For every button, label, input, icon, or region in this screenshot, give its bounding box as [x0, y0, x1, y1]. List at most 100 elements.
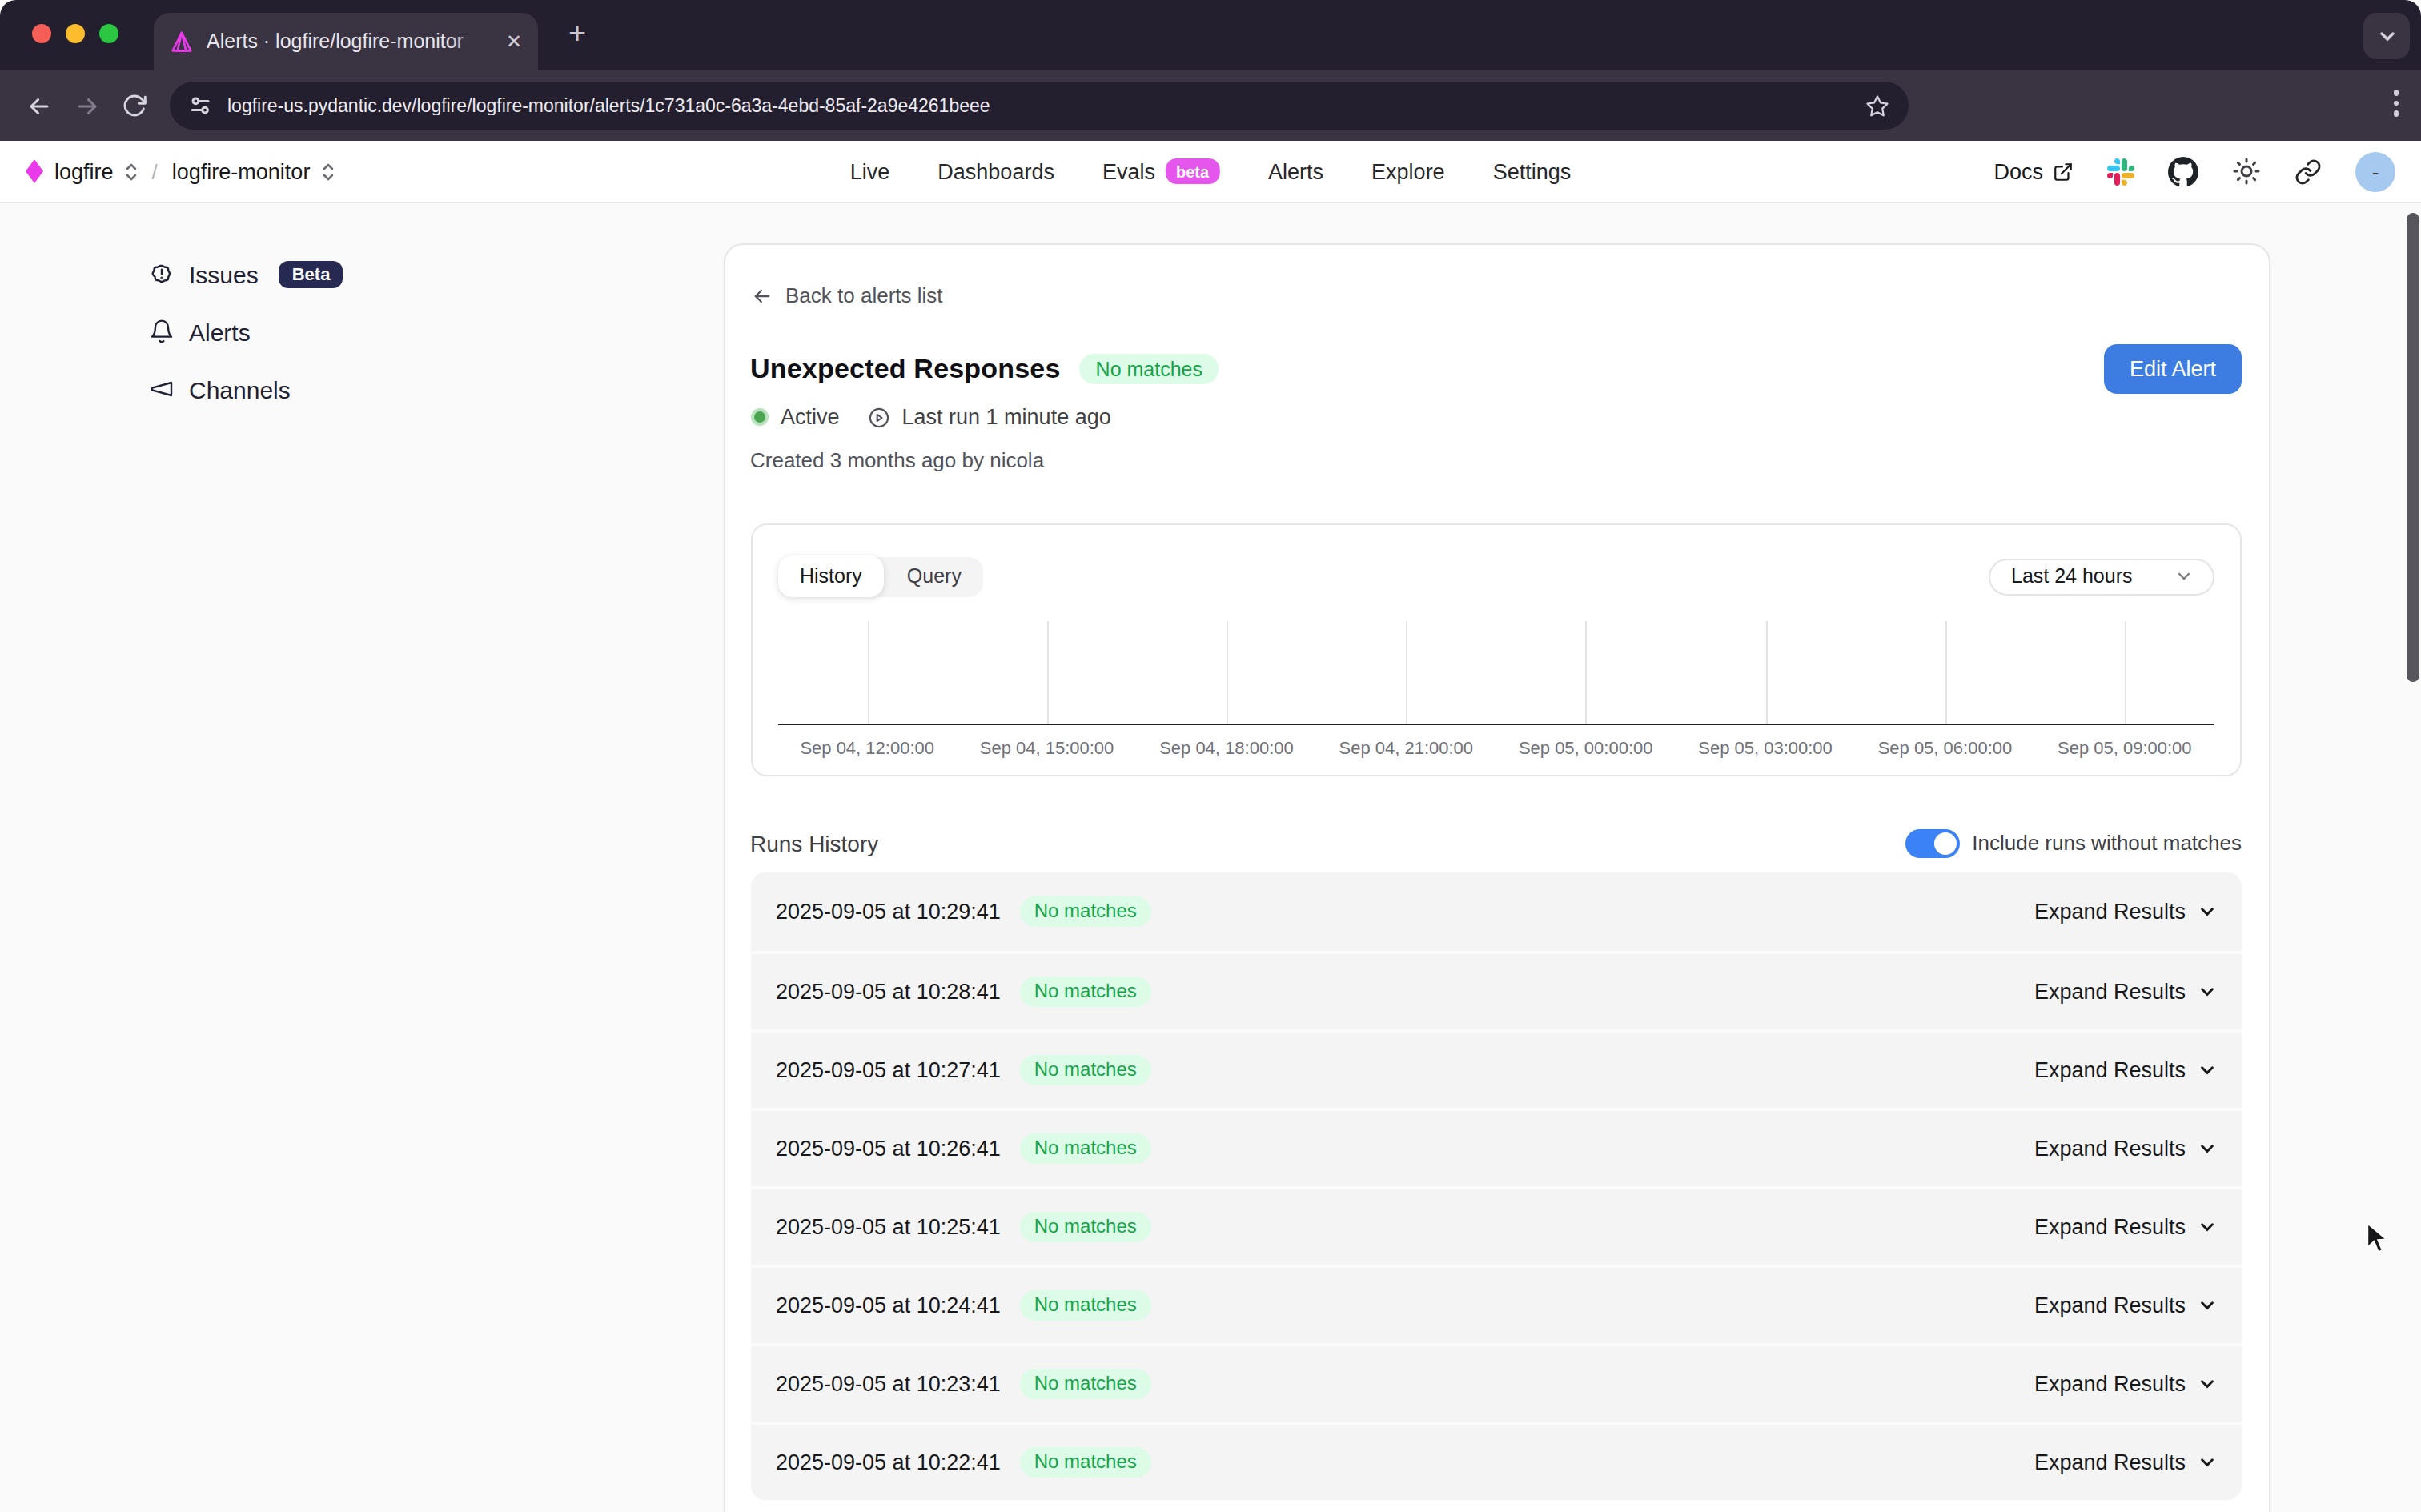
chart-x-label: Sep 04, 21:00:00	[1316, 737, 1496, 756]
tab-query[interactable]: Query	[885, 556, 984, 596]
chart-x-labels: Sep 04, 12:00:00Sep 04, 15:00:00Sep 04, …	[777, 737, 2214, 756]
run-timestamp: 2025-09-05 at 10:28:41	[776, 979, 1001, 1003]
history-chart	[777, 620, 2214, 724]
org-selector[interactable]: logfire	[54, 159, 114, 183]
run-no-matches-badge: No matches	[1020, 1289, 1151, 1320]
expand-results-button[interactable]: Expand Results	[2034, 1057, 2216, 1081]
time-range-select[interactable]: Last 24 hours	[1989, 558, 2214, 595]
back-button[interactable]	[14, 82, 62, 130]
run-no-matches-badge: No matches	[1020, 976, 1151, 1006]
docs-link[interactable]: Docs	[1993, 159, 2074, 183]
expand-results-button[interactable]: Expand Results	[2034, 1136, 2216, 1160]
project-selector[interactable]: logfire-monitor	[172, 159, 311, 183]
run-timestamp: 2025-09-05 at 10:29:41	[776, 899, 1001, 923]
run-row: 2025-09-05 at 10:27:41 No matches Expand R…	[750, 1029, 2242, 1107]
window-controls[interactable]	[32, 24, 118, 43]
run-timestamp: 2025-09-05 at 10:22:41	[776, 1450, 1001, 1474]
site-settings-icon[interactable]	[189, 94, 211, 117]
expand-results-button[interactable]: Expand Results	[2034, 1214, 2216, 1238]
run-row: 2025-09-05 at 10:22:41 No matches Expand R…	[750, 1421, 2242, 1499]
run-no-matches-badge: No matches	[1020, 1446, 1151, 1477]
tab-search-button[interactable]	[2363, 13, 2410, 59]
run-timestamp: 2025-09-05 at 10:23:41	[776, 1371, 1001, 1395]
expand-results-button[interactable]: Expand Results	[2034, 1371, 2216, 1395]
include-runs-label: Include runs without matches	[1972, 831, 2242, 855]
chevron-down-icon	[2198, 982, 2216, 1000]
browser-tabstrip: Alerts · logfire/logfire-monitor ✕ +	[0, 0, 2421, 70]
nav-item-settings[interactable]: Settings	[1493, 159, 1572, 183]
chevron-down-icon	[2198, 902, 2216, 920]
run-timestamp: 2025-09-05 at 10:27:41	[776, 1057, 1001, 1081]
chevron-down-icon	[2198, 1217, 2216, 1235]
chart-gridline	[1586, 620, 1588, 723]
expand-results-button[interactable]: Expand Results	[2034, 1450, 2216, 1474]
chart-gridline	[1047, 620, 1049, 723]
active-dot-icon	[750, 408, 768, 426]
alert-detail-card: Back to alerts list Unexpected Responses…	[723, 243, 2270, 1512]
run-row: 2025-09-05 at 10:26:41No matchesExpand R…	[750, 1107, 2242, 1185]
scrollbar-thumb[interactable]	[2407, 213, 2419, 682]
chart-x-label: Sep 05, 06:00:00	[1855, 737, 2034, 756]
url-bar[interactable]: logfire-us.pydantic.dev/logfire/logfire-…	[170, 82, 1909, 130]
run-row: 2025-09-05 at 10:23:41No matchesExpand R…	[750, 1342, 2242, 1421]
browser-menu-icon[interactable]	[2393, 90, 2399, 116]
header-right: Docs -	[1993, 151, 2395, 191]
external-link-icon	[2053, 161, 2074, 182]
runs-history-title: Runs History	[750, 830, 878, 856]
github-icon[interactable]	[2168, 156, 2198, 186]
issues-beta-badge: Beta	[279, 260, 343, 287]
maximize-window-button[interactable]	[99, 24, 118, 43]
breadcrumb-separator: /	[152, 159, 158, 183]
sidebar-item-alerts[interactable]: Alerts	[149, 312, 343, 351]
tab-history[interactable]: History	[777, 555, 885, 597]
chart-gridline	[1765, 620, 1767, 723]
run-no-matches-badge: No matches	[1020, 896, 1151, 926]
share-link-icon[interactable]	[2295, 158, 2322, 185]
tab-close-icon[interactable]: ✕	[506, 32, 522, 51]
nav-item-alerts[interactable]: Alerts	[1268, 159, 1323, 183]
url-text[interactable]: logfire-us.pydantic.dev/logfire/logfire-…	[227, 96, 1853, 115]
forward-button[interactable]	[62, 82, 110, 130]
bookmark-star-icon[interactable]	[1865, 94, 1889, 118]
expand-results-button[interactable]: Expand Results	[2034, 979, 2216, 1003]
theme-sun-icon[interactable]	[2232, 157, 2261, 186]
arrow-left-icon	[750, 284, 773, 307]
main-nav: Live Dashboards Evalsbeta Alerts Explore Sett…	[850, 158, 1571, 184]
avatar[interactable]: -	[2355, 151, 2395, 191]
runs-list: 2025-09-05 at 10:29:41 No matches Expand R…	[750, 872, 2242, 1499]
minimize-window-button[interactable]	[66, 24, 85, 43]
run-row: 2025-09-05 at 10:28:41 No matches Expand R…	[750, 950, 2242, 1029]
nav-item-evals[interactable]: Evalsbeta	[1102, 158, 1220, 184]
new-tab-button[interactable]: +	[568, 18, 586, 48]
mouse-cursor	[2365, 1221, 2389, 1255]
tab-title: Alerts · logfire/logfire-monitor	[207, 29, 498, 54]
edit-alert-button[interactable]: Edit Alert	[2104, 344, 2242, 394]
browser-tab[interactable]: Alerts · logfire/logfire-monitor ✕	[154, 13, 538, 70]
nav-item-live[interactable]: Live	[850, 159, 890, 183]
expand-results-button[interactable]: Expand Results	[2034, 1293, 2216, 1317]
run-row: 2025-09-05 at 10:29:41 No matches Expand R…	[750, 872, 2242, 950]
run-no-matches-badge: No matches	[1020, 1054, 1151, 1085]
browser-window: Alerts · logfire/logfire-monitor ✕ + log…	[0, 0, 2421, 1512]
run-timestamp: 2025-09-05 at 10:24:41	[776, 1293, 1001, 1317]
chart-x-label: Sep 05, 03:00:00	[1676, 737, 1855, 756]
bell-icon	[149, 319, 175, 344]
slack-icon[interactable]	[2107, 158, 2134, 185]
close-window-button[interactable]	[32, 24, 51, 43]
status-badge: No matches	[1080, 354, 1219, 384]
run-no-matches-badge: No matches	[1020, 1211, 1151, 1241]
include-runs-toggle[interactable]	[1905, 828, 1959, 857]
breadcrumb: logfire / logfire-monitor	[26, 159, 334, 183]
chart-x-label: Sep 04, 15:00:00	[957, 737, 1136, 756]
sidebar-item-channels[interactable]: Channels	[149, 370, 343, 408]
run-row: 2025-09-05 at 10:24:41 No matches Expand R…	[750, 1264, 2242, 1342]
created-by-text: Created 3 months ago by nicola	[750, 447, 2242, 476]
chart-gridline	[867, 620, 869, 723]
status-row: Active Last run 1 minute ago	[750, 401, 2242, 433]
nav-item-explore[interactable]: Explore	[1371, 159, 1445, 183]
back-to-alerts-link[interactable]: Back to alerts list	[750, 281, 2242, 310]
sidebar-item-issues[interactable]: IssuesBeta	[149, 255, 343, 293]
expand-results-button[interactable]: Expand Results	[2034, 899, 2216, 923]
nav-item-dashboards[interactable]: Dashboards	[937, 159, 1054, 183]
reload-button[interactable]	[110, 82, 159, 130]
